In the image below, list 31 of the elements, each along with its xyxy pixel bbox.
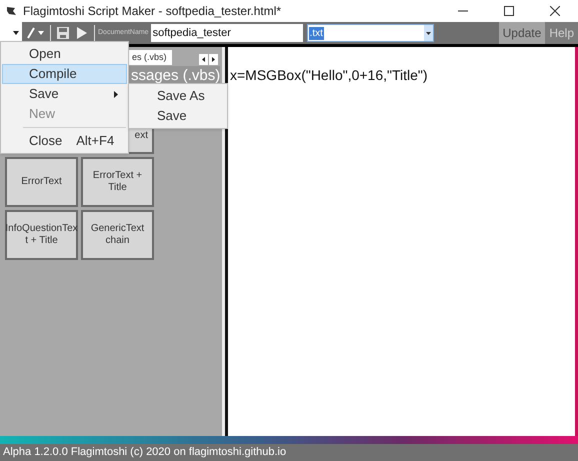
menu-item[interactable]: Compile xyxy=(2,64,127,84)
menu-item[interactable]: Save xyxy=(129,106,227,126)
caret-icon xyxy=(426,32,431,34)
scroll-right-button[interactable] xyxy=(209,54,218,65)
menu-item[interactable]: Save As xyxy=(129,86,227,106)
right-arrow-icon xyxy=(212,57,215,62)
scroll-left-button[interactable] xyxy=(199,54,208,65)
app-icon xyxy=(5,5,17,17)
pen-icon xyxy=(26,27,36,39)
update-button[interactable]: Update xyxy=(498,22,546,44)
menu-item[interactable]: Save xyxy=(2,84,127,104)
template-button[interactable]: GenericText chain xyxy=(81,210,154,260)
window-title: Flagimtoshi Script Maker - softpedia_tester.html* xyxy=(23,3,282,20)
menu-item[interactable]: Open xyxy=(2,44,127,64)
template-button[interactable]: ErrorText xyxy=(5,157,78,207)
play-icon[interactable] xyxy=(76,26,88,40)
extension-dropdown[interactable]: .txt xyxy=(306,24,434,42)
template-button[interactable]: ErrorText + Title xyxy=(81,157,154,207)
status-text: Alpha 1.2.0.0 Flagimtoshi (c) 2020 on flagimtoshi.github.io xyxy=(3,445,286,460)
menu-item[interactable]: Close Alt+F4 xyxy=(2,131,127,151)
maximize-icon xyxy=(504,6,514,16)
document-name-field[interactable]: softpedia_tester xyxy=(150,24,303,42)
script-tab[interactable]: es (.vbs) xyxy=(127,50,172,65)
caret-icon xyxy=(38,31,44,35)
submenu-arrow-icon xyxy=(114,90,118,98)
left-arrow-icon xyxy=(202,57,205,62)
close-icon xyxy=(550,6,560,16)
editor-text[interactable]: x=MSGBox("Hello",0+16,"Title") xyxy=(230,65,575,86)
caret-icon[interactable] xyxy=(13,31,19,35)
save-icon[interactable] xyxy=(56,26,70,40)
panel-header: ssages (.vbs) xyxy=(131,67,220,85)
